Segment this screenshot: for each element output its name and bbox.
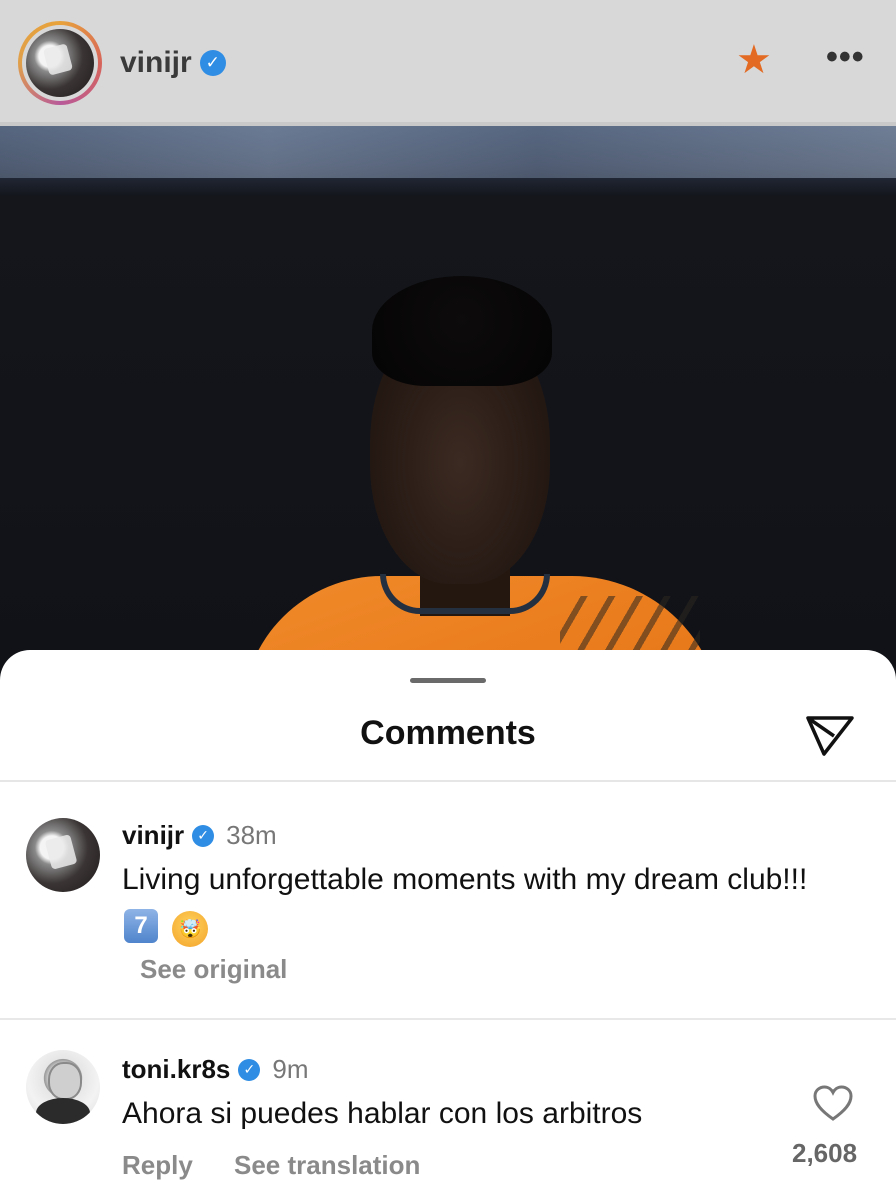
star-icon[interactable]: ★ [736, 40, 772, 80]
comment-meta: vinijr ✓ 38m [122, 820, 277, 851]
comment-text: Living unforgettable moments with my dre… [122, 860, 822, 947]
keycap-seven-emoji: 7 [124, 909, 158, 943]
see-translation-link[interactable]: See translation [234, 1150, 420, 1181]
see-original-link[interactable]: See original [140, 954, 287, 985]
reply-button[interactable]: Reply [122, 1150, 193, 1181]
comment-username[interactable]: vinijr [122, 820, 184, 851]
verified-badge-icon: ✓ [192, 824, 215, 847]
post-username[interactable]: vinijr ✓ [120, 46, 226, 80]
sheet-title: Comments [360, 714, 536, 752]
like-count: 2,608 [792, 1138, 858, 1168]
comment-divider [0, 1018, 896, 1020]
post-photo[interactable] [0, 126, 896, 686]
verified-badge-icon: ✓ [238, 1058, 261, 1081]
drag-handle[interactable] [410, 678, 486, 683]
post-author-avatar[interactable] [26, 29, 94, 97]
comments-sheet: Comments vinijr ✓ 38m Living unforgettab… [0, 650, 896, 1200]
comment-text: Ahora si puedes hablar con los arbitros [122, 1097, 643, 1130]
story-ring[interactable] [18, 21, 102, 105]
comment-meta: toni.kr8s ✓ 9m [122, 1054, 309, 1085]
commenter-avatar[interactable] [26, 1050, 100, 1124]
comment-time: 38m [226, 820, 277, 850]
comment-username[interactable]: toni.kr8s [122, 1054, 230, 1085]
commenter-avatar[interactable] [26, 818, 100, 892]
sheet-divider [0, 780, 896, 782]
exploding-head-emoji: 🤯 [172, 911, 209, 947]
more-options-icon[interactable]: ••• [826, 38, 865, 77]
comment-time: 9m [272, 1054, 309, 1084]
verified-badge-icon: ✓ [199, 50, 226, 76]
send-icon[interactable] [804, 712, 856, 758]
heart-icon[interactable] [812, 1084, 854, 1122]
